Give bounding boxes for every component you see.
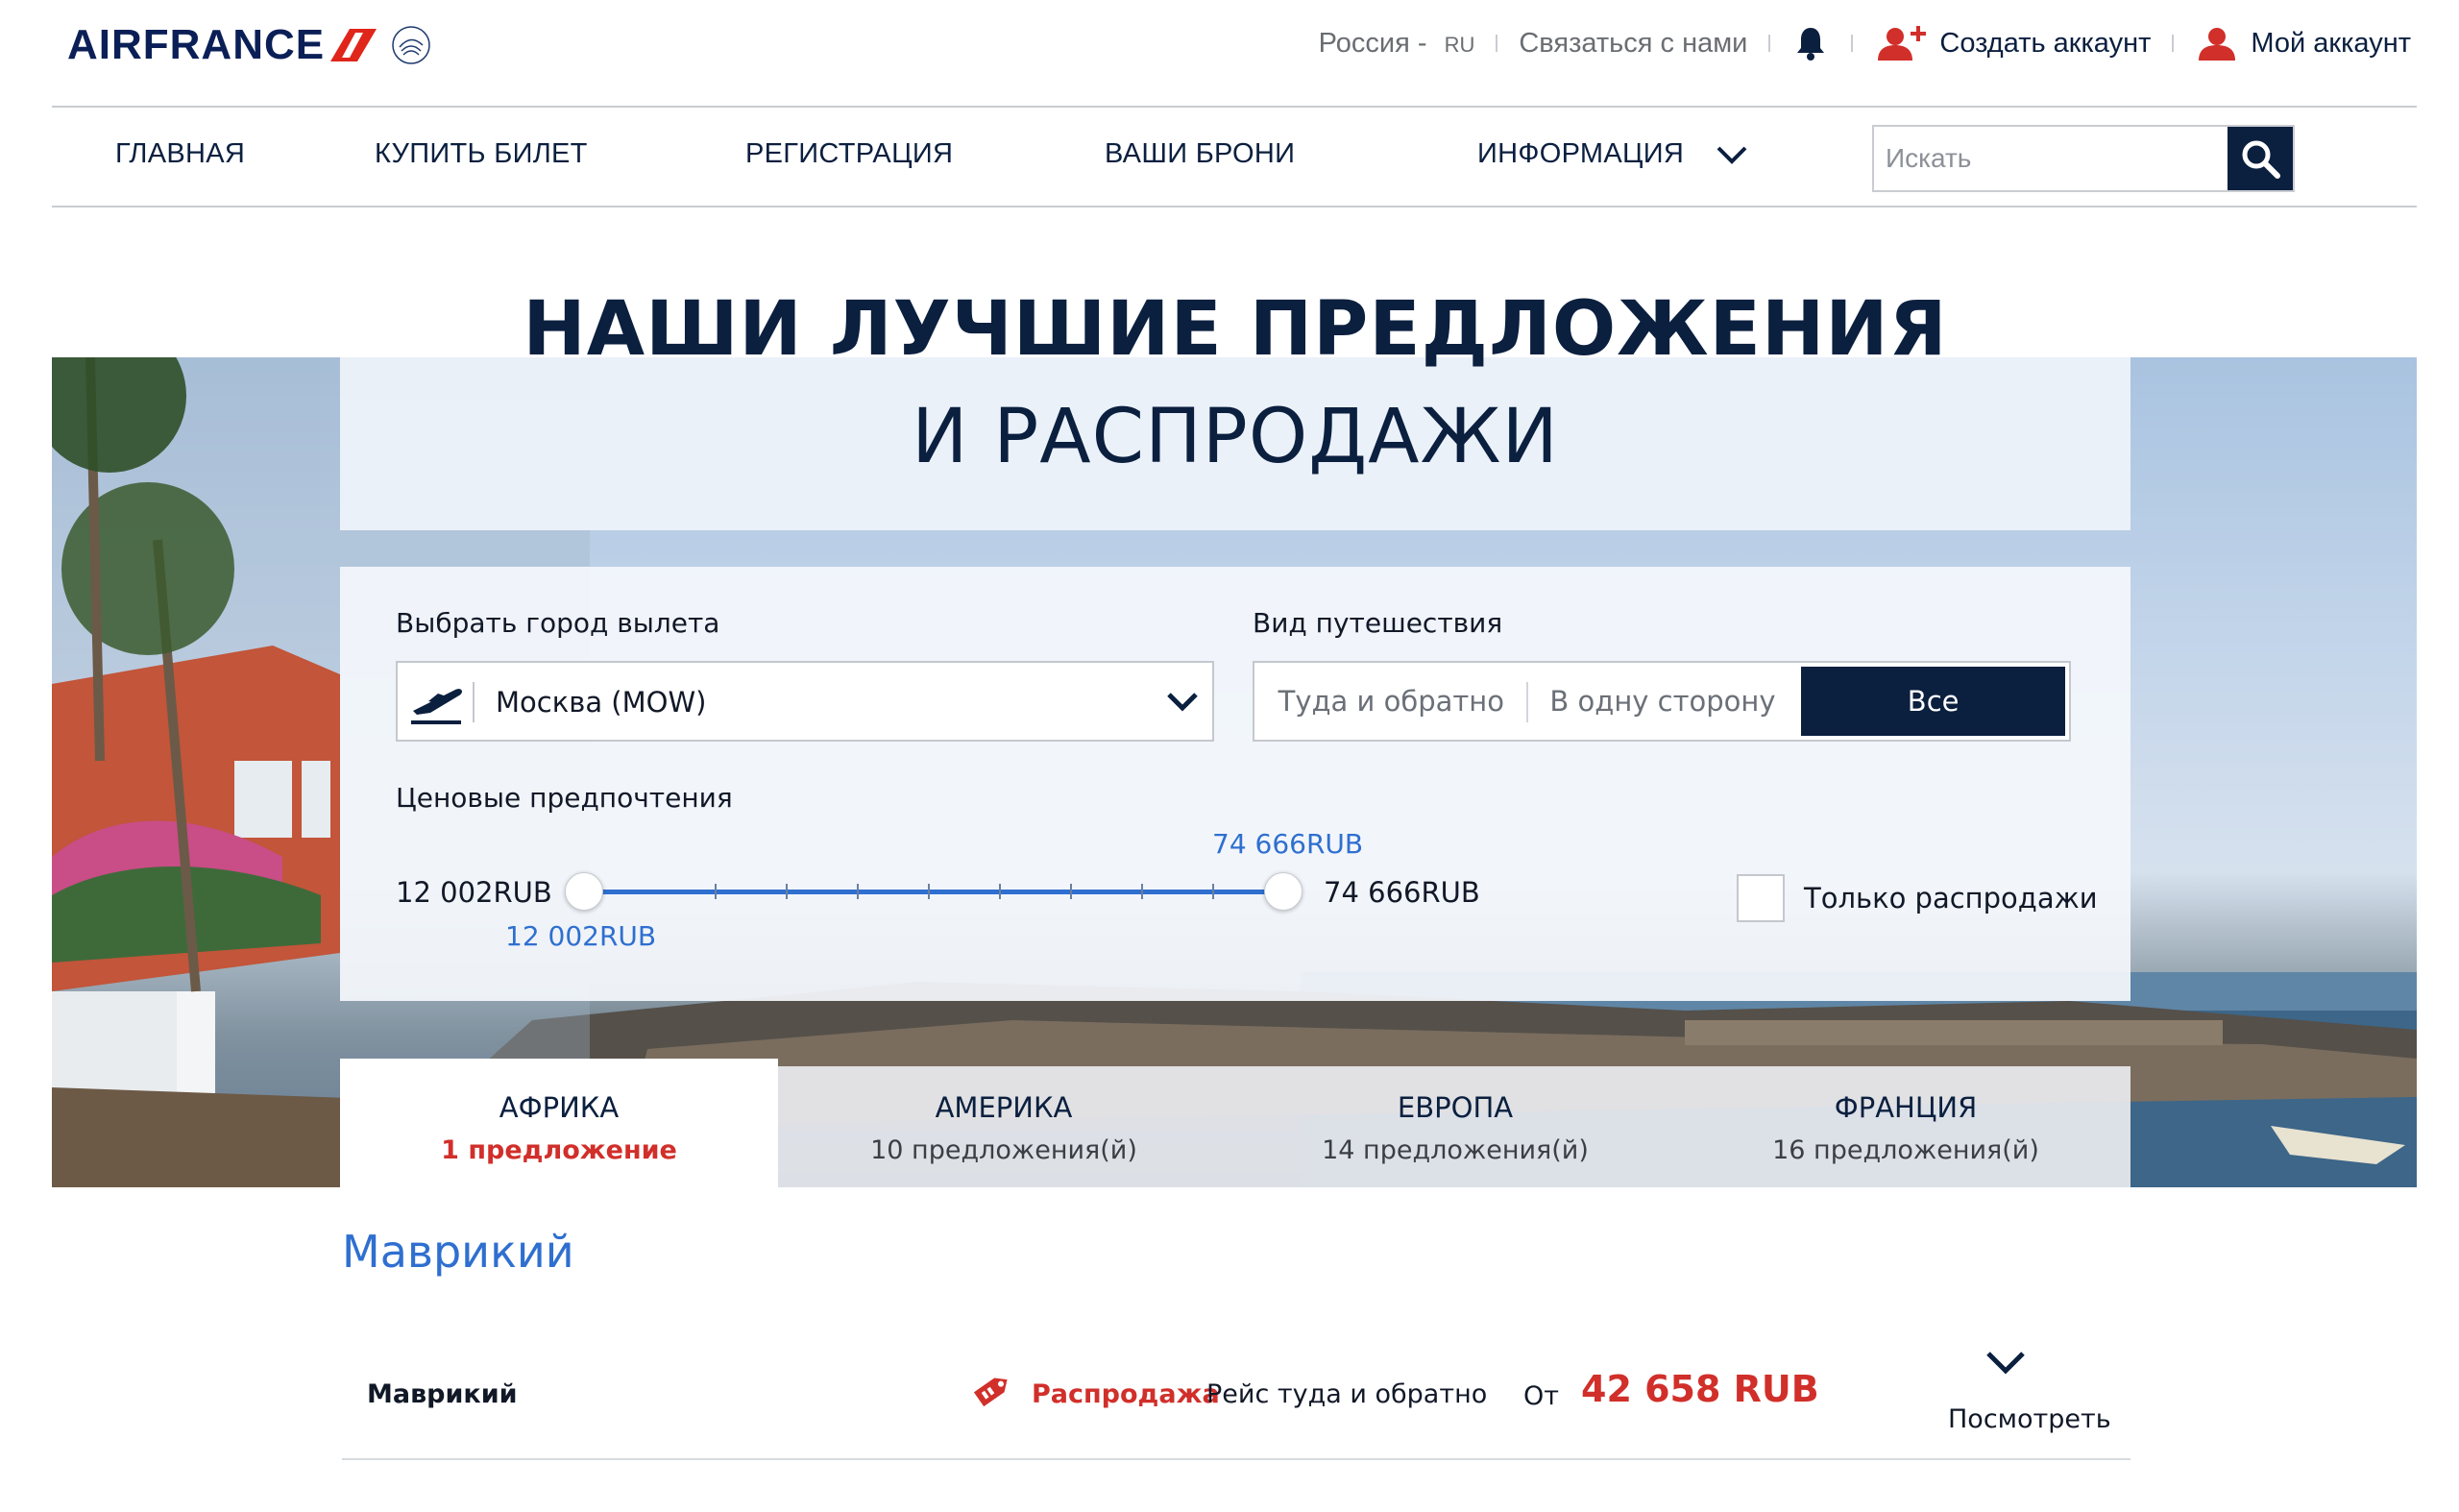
slider-track — [578, 890, 1289, 894]
slider-min-handle[interactable] — [565, 872, 603, 911]
price-from-label: От — [1523, 1381, 1559, 1411]
tab-america[interactable]: АМЕРИКА 10 предложения(й) — [778, 1066, 1230, 1187]
slider-tick — [999, 884, 1001, 899]
divider — [1768, 35, 1771, 52]
logo-stripe-icon — [330, 29, 377, 61]
trip-option-roundtrip[interactable]: Туда и обратно — [1254, 663, 1528, 740]
price-max-value: 74 666RUB — [1324, 876, 1480, 909]
view-offer-button[interactable]: Посмотреть — [1948, 1404, 2111, 1434]
utility-links: Россия - RU Связаться с нами Создать акк… — [1319, 21, 2411, 65]
chevron-down-icon — [1167, 693, 1198, 712]
slider-tick — [1070, 884, 1072, 899]
price-preferences-label: Ценовые предпочтения — [396, 782, 733, 814]
tab-offer-count: 16 предложения(й) — [1772, 1135, 2039, 1165]
region-dash: - — [1417, 27, 1427, 59]
page-title: НАШИ ЛУЧШИЕ ПРЕДЛОЖЕНИЯ — [523, 286, 1948, 373]
search-icon — [2242, 140, 2280, 179]
divider — [2172, 35, 2175, 52]
sale-only-checkbox[interactable] — [1737, 874, 1785, 922]
trip-option-label: В одну сторону — [1549, 685, 1776, 718]
trip-option-label: Все — [1907, 685, 1960, 718]
price-range-slider[interactable] — [565, 870, 1303, 913]
chevron-down-icon — [1716, 146, 1746, 165]
region-tabs: АФРИКА 1 предложение АМЕРИКА 10 предложе… — [340, 1059, 2130, 1187]
tab-label: АФРИКА — [499, 1091, 620, 1124]
trip-type-label: Вид путешествия — [1253, 607, 1503, 639]
trip-option-label: Туда и обратно — [1278, 685, 1505, 718]
price-max-tooltip: 74 666RUB — [1212, 828, 1364, 860]
slider-tick — [786, 884, 788, 899]
departure-city-select[interactable]: Москва (MOW) — [396, 661, 1214, 742]
slider-max-handle[interactable] — [1264, 872, 1303, 911]
trip-type-toggle: Туда и обратно В одну сторону Все — [1253, 661, 2071, 742]
slider-tick — [857, 884, 859, 899]
divider — [473, 682, 475, 722]
skyteam-seal-icon — [392, 26, 430, 64]
divider — [1851, 35, 1854, 52]
sale-tag-icon — [973, 1378, 1008, 1407]
tab-label: АМЕРИКА — [935, 1091, 1073, 1124]
offer-row[interactable]: Маврикий Распродажа Рейс туда и обратно … — [342, 1326, 2130, 1460]
divider — [1496, 35, 1498, 52]
trip-option-all[interactable]: Все — [1801, 667, 2065, 736]
brand-name: AIRFRANCE — [67, 21, 326, 68]
tab-offer-count: 1 предложение — [441, 1135, 677, 1165]
departure-city-value: Москва (MOW) — [496, 686, 707, 719]
search-button[interactable] — [2228, 127, 2293, 190]
tab-offer-count: 14 предложения(й) — [1322, 1135, 1589, 1165]
slider-tick — [715, 884, 717, 899]
sale-badge: Распродажа — [1032, 1379, 1220, 1409]
search-input[interactable] — [1874, 127, 2220, 190]
tab-label: ЕВРОПА — [1397, 1091, 1514, 1124]
contact-link[interactable]: Связаться с нами — [1519, 28, 1747, 60]
nav-information-label: ИНФОРМАЦИЯ — [1477, 138, 1685, 169]
notification-bell-icon[interactable] — [1791, 24, 1830, 62]
search-bar — [1872, 125, 2295, 192]
chevron-down-icon[interactable] — [1984, 1349, 2027, 1376]
top-header: AIRFRANCE Россия - RU Связаться с нами С… — [0, 0, 2459, 106]
nav-checkin[interactable]: РЕГИСТРАЦИЯ — [745, 138, 953, 170]
main-navigation: ГЛАВНАЯ КУПИТЬ БИЛЕТ РЕГИСТРАЦИЯ ВАШИ БР… — [52, 108, 2417, 206]
region-selector[interactable]: Россия - RU — [1319, 28, 1475, 60]
nav-divider — [52, 206, 2417, 207]
slider-tick — [1141, 884, 1143, 899]
tab-label: ФРАНЦИЯ — [1834, 1091, 1978, 1124]
airfrance-logo[interactable]: AIRFRANCE — [67, 21, 432, 69]
nav-information[interactable]: ИНФОРМАЦИЯ — [1477, 138, 1748, 170]
tab-europe[interactable]: ЕВРОПА 14 предложения(й) — [1230, 1066, 1681, 1187]
price-min-value: 12 002RUB — [396, 876, 552, 909]
tab-offer-count: 10 предложения(й) — [870, 1135, 1137, 1165]
add-user-icon[interactable] — [1874, 24, 1928, 62]
sale-only-label[interactable]: Только распродажи — [1804, 882, 2098, 915]
offer-destination: Маврикий — [367, 1379, 518, 1409]
destination-group-title: Маврикий — [342, 1226, 574, 1278]
nav-buy-ticket[interactable]: КУПИТЬ БИЛЕТ — [375, 138, 588, 170]
tab-africa[interactable]: АФРИКА 1 предложение — [340, 1059, 778, 1187]
user-account-icon[interactable] — [2195, 24, 2239, 62]
page-subtitle: И РАСПРОДАЖИ — [912, 394, 1559, 480]
price-min-tooltip: 12 002RUB — [505, 920, 657, 952]
trip-option-oneway[interactable]: В одну сторону — [1528, 663, 1798, 740]
row-divider — [342, 1458, 2130, 1460]
slider-tick — [1212, 884, 1214, 899]
departure-city-label: Выбрать город вылета — [396, 607, 720, 639]
my-account-link[interactable]: Мой аккаунт — [2251, 28, 2411, 60]
nav-home[interactable]: ГЛАВНАЯ — [115, 138, 245, 170]
tab-france[interactable]: ФРАНЦИЯ 16 предложения(й) — [1681, 1066, 2130, 1187]
nav-bookings[interactable]: ВАШИ БРОНИ — [1105, 138, 1295, 170]
language-code: RU — [1444, 32, 1475, 57]
offer-price: 42 658 RUB — [1581, 1368, 1819, 1410]
region-name: Россия — [1318, 27, 1410, 59]
plane-takeoff-icon — [411, 689, 462, 724]
slider-tick — [928, 884, 930, 899]
trip-type-text: Рейс туда и обратно — [1206, 1379, 1488, 1409]
create-account-link[interactable]: Создать аккаунт — [1939, 28, 2151, 60]
